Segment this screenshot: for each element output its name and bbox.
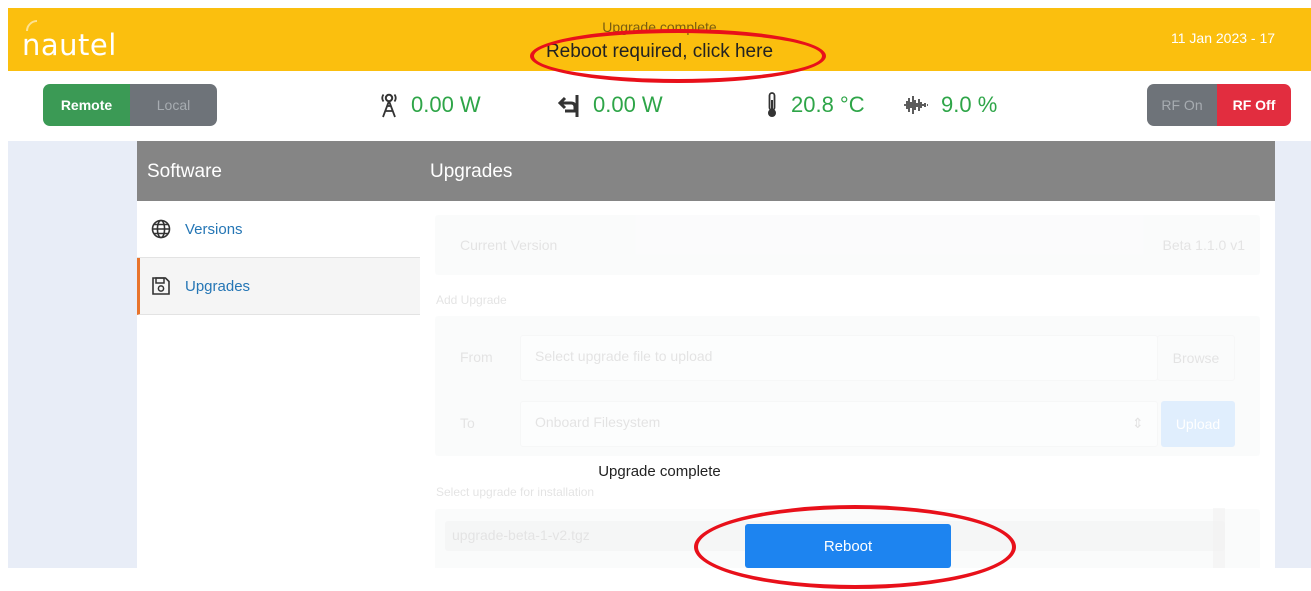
upgrade-file-input[interactable]: Select upgrade file to upload xyxy=(520,335,1158,381)
modulation-value: 9.0 % xyxy=(941,92,998,117)
reflected-power-meter: 0.00 W xyxy=(557,92,663,118)
sidebar-title: Software xyxy=(137,141,420,201)
to-label: To xyxy=(460,415,475,431)
temperature-value: 20.8 °C xyxy=(791,92,865,117)
select-upgrade-label: Select upgrade for installation xyxy=(436,485,595,499)
current-version-value: Beta 1.1.0 v1 xyxy=(1162,237,1245,253)
select-arrows-icon: ⇕ xyxy=(1132,415,1144,431)
audio-waveform-icon xyxy=(904,96,928,114)
current-version-label: Current Version xyxy=(460,237,558,253)
modulation-meter: 9.0 % xyxy=(903,92,997,118)
rf-toggle: RF On RF Off xyxy=(1147,84,1291,126)
app-window: nautel Upgrade complete Reboot required,… xyxy=(8,8,1311,568)
sidebar-item-upgrades[interactable]: Upgrades xyxy=(137,258,420,315)
from-label: From xyxy=(460,349,493,365)
forward-power-meter: 0.00 W xyxy=(379,92,481,118)
remote-local-toggle: Remote Local xyxy=(43,84,217,126)
rf-on-button[interactable]: RF On xyxy=(1147,84,1217,126)
header-date: 11 Jan 2023 - 17 xyxy=(1171,30,1276,46)
upgrade-complete-message: Upgrade complete xyxy=(598,463,721,480)
browse-button[interactable]: Browse xyxy=(1157,335,1235,381)
local-button[interactable]: Local xyxy=(130,84,217,126)
upgrades-panel: Upgrades Current Version Beta 1.1.0 v1 A… xyxy=(420,141,1275,568)
list-scrollbar[interactable] xyxy=(1213,508,1225,568)
upgrade-file-name: upgrade-beta-1-v2.tgz xyxy=(452,527,590,543)
status-bar: Remote Local 0.00 W 0.00 W 20.8 °C 9.0 %… xyxy=(8,71,1311,141)
remote-button[interactable]: Remote xyxy=(43,84,130,126)
reflected-power-value: 0.00 W xyxy=(593,92,663,117)
sidebar-item-label: Upgrades xyxy=(185,277,251,295)
add-upgrade-label: Add Upgrade xyxy=(436,293,507,307)
globe-icon xyxy=(151,219,171,239)
forward-power-value: 0.00 W xyxy=(411,92,481,117)
panel-title: Upgrades xyxy=(420,141,1275,201)
upgrades-form-dimmed: Current Version Beta 1.1.0 v1 Add Upgrad… xyxy=(420,201,1275,568)
reboot-required-link[interactable]: Reboot required, click here xyxy=(8,41,1311,63)
rf-off-button[interactable]: RF Off xyxy=(1217,84,1291,126)
upload-button[interactable]: Upload xyxy=(1161,401,1235,447)
reflected-power-icon xyxy=(557,95,579,117)
top-header: nautel Upgrade complete Reboot required,… xyxy=(8,8,1311,71)
antenna-tower-icon xyxy=(381,93,397,118)
software-sidebar: Software Versions Upgrades xyxy=(137,141,420,568)
sidebar-item-label: Versions xyxy=(185,220,243,238)
current-version-row xyxy=(435,215,1260,275)
thermometer-icon xyxy=(768,92,776,117)
temperature-meter: 20.8 °C xyxy=(765,92,865,118)
reboot-button[interactable]: Reboot xyxy=(745,524,951,568)
destination-select[interactable]: Onboard Filesystem xyxy=(520,401,1158,447)
floppy-disk-icon xyxy=(152,277,170,295)
upgrade-status-text: Upgrade complete xyxy=(602,19,717,35)
sidebar-item-versions[interactable]: Versions xyxy=(137,201,420,258)
